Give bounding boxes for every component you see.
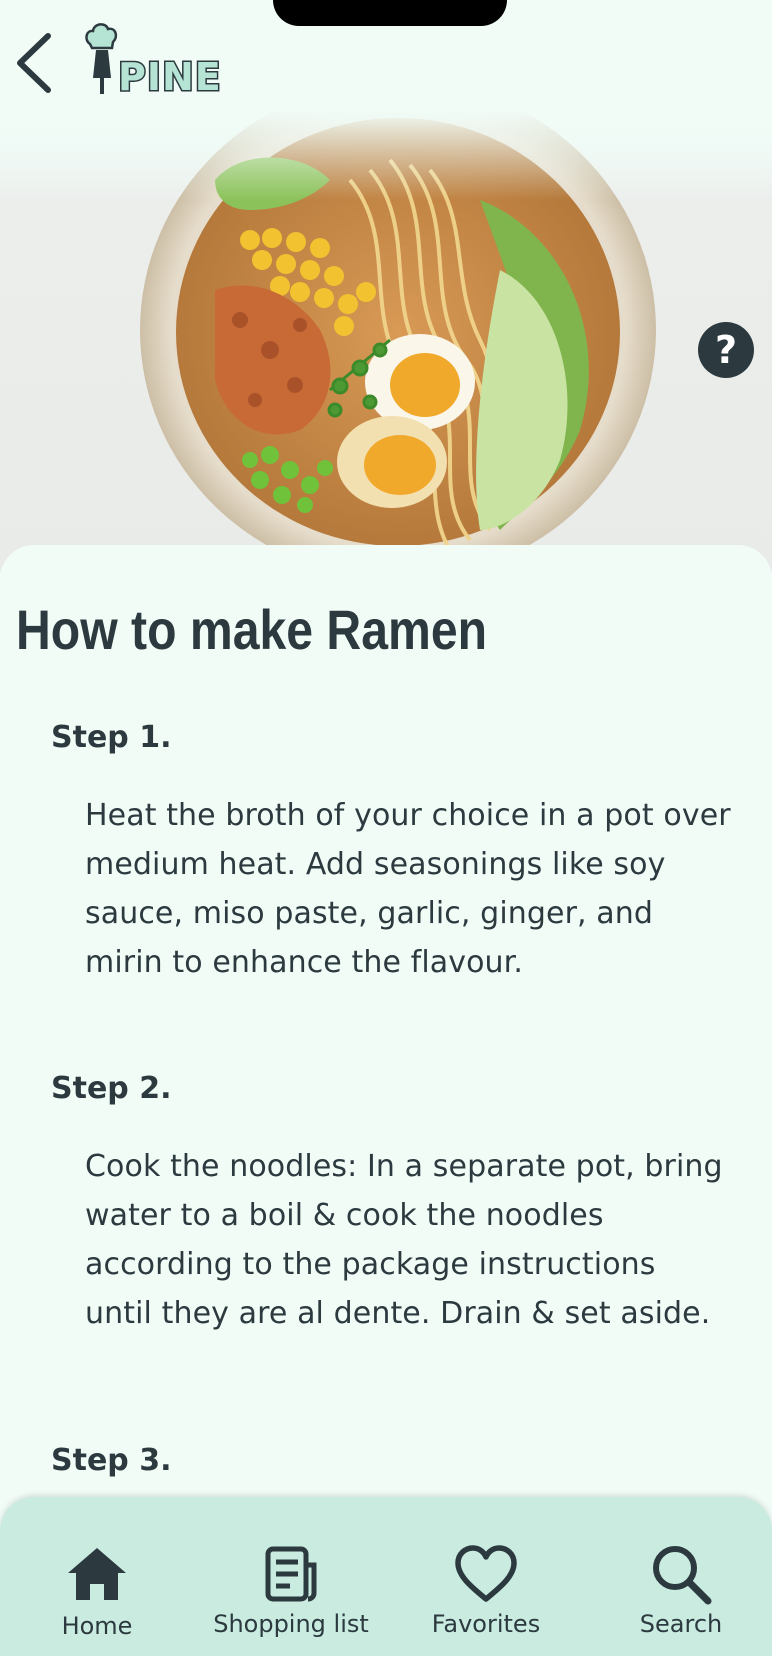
step-2-text: Cook the noodles: In a separate pot, bri… (85, 1142, 765, 1338)
shopping-list-icon (265, 1546, 317, 1602)
step-text-line: until they are al dente. Drain & set asi… (85, 1296, 711, 1331)
step-text-line: sauce, miso paste, garlic, ginger, and (85, 896, 654, 931)
step-text-line: water to a boil & cook the noodles (85, 1198, 604, 1233)
nav-item-shopping-list[interactable]: Shopping list (208, 1497, 374, 1656)
step-text-line: mirin to enhance the flavour. (85, 945, 523, 980)
step-text-line: according to the package instructions (85, 1247, 656, 1282)
search-icon (653, 1546, 712, 1605)
step-1-text: Heat the broth of your choice in a pot o… (85, 791, 765, 987)
step-3-label: Step 3. (51, 1443, 172, 1478)
step-text-line: Cook the noodles: In a separate pot, bri… (85, 1149, 723, 1184)
question-mark-icon: ? (714, 328, 738, 372)
recipe-content: How to make Ramen Step 1. Heat the broth… (0, 545, 772, 1656)
home-icon (68, 1548, 126, 1600)
nav-item-search[interactable]: Search (636, 1497, 726, 1656)
nav-label-search: Search (639, 1610, 723, 1638)
device-notch (273, 0, 507, 26)
nav-label-favorites: Favorites (431, 1610, 541, 1638)
pine-logo: PINE (82, 20, 232, 101)
chef-tree-icon (85, 23, 118, 94)
logo-text: PINE (117, 54, 223, 101)
nav-label-shopping-list: Shopping list (213, 1610, 369, 1638)
bottom-navigation: Home Shopping list Favorites Search (0, 1497, 772, 1656)
ramen-bowl-image (0, 110, 772, 572)
help-button[interactable]: ? (698, 322, 754, 378)
step-text-line: medium heat. Add seasonings like soy (85, 847, 666, 882)
step-2-label: Step 2. (51, 1071, 172, 1106)
back-button[interactable] (12, 30, 58, 96)
page-title: How to make Ramen (16, 598, 488, 661)
nav-label-home: Home (61, 1612, 133, 1640)
nav-item-favorites[interactable]: Favorites (428, 1497, 544, 1656)
heart-icon (455, 1545, 517, 1602)
step-text-line: Heat the broth of your choice in a pot o… (85, 798, 731, 833)
chevron-left-icon (17, 33, 51, 93)
nav-item-home[interactable]: Home (44, 1497, 150, 1656)
hero-image: ? (0, 110, 772, 572)
step-1-label: Step 1. (51, 720, 172, 755)
